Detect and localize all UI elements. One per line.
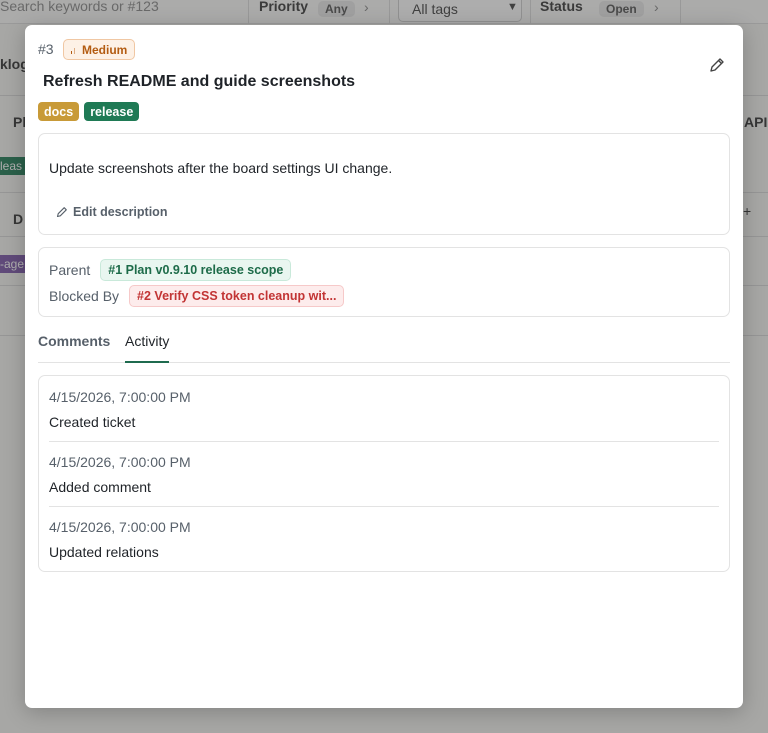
activity-item: 4/15/2026, 7:00:00 PM Added comment — [49, 454, 719, 495]
description-card: Update screenshots after the board setti… — [38, 133, 730, 235]
edit-description-label: Edit description — [73, 205, 168, 219]
activity-text: Created ticket — [49, 414, 136, 430]
divider — [49, 506, 719, 507]
tab-comments[interactable]: Comments — [38, 333, 110, 363]
detail-tabs: Comments Activity — [38, 331, 730, 363]
priority-bars-icon — [71, 46, 77, 54]
ticket-title: Refresh README and guide screenshots — [43, 73, 356, 90]
tag-release[interactable]: release — [84, 102, 140, 121]
activity-timestamp: 4/15/2026, 7:00:00 PM — [49, 519, 191, 535]
blocked-by-ticket-link[interactable]: #2 Verify CSS token cleanup wit... — [129, 285, 345, 307]
activity-text: Added comment — [49, 479, 151, 495]
ticket-id: #3 — [38, 41, 54, 57]
activity-item: 4/15/2026, 7:00:00 PM Updated relations — [49, 519, 719, 560]
parent-row: Parent #1 Plan v0.9.10 release scope — [49, 259, 292, 281]
tag-list: docs release — [38, 102, 140, 121]
edit-description-button[interactable]: Edit description — [56, 205, 167, 219]
tag-docs[interactable]: docs — [38, 102, 80, 121]
description-text: Update screenshots after the board setti… — [49, 160, 393, 176]
blocked-by-label: Blocked By — [49, 288, 120, 304]
blocked-by-row: Blocked By #2 Verify CSS token cleanup w… — [49, 285, 345, 307]
divider — [49, 441, 719, 442]
tab-activity[interactable]: Activity — [125, 333, 170, 363]
relations-card: Parent #1 Plan v0.9.10 release scope Blo… — [38, 247, 730, 317]
parent-label: Parent — [49, 262, 91, 278]
priority-badge: Medium — [63, 39, 136, 60]
edit-ticket-button[interactable] — [708, 56, 726, 74]
pencil-icon — [710, 58, 724, 72]
ticket-detail-modal: #3 Medium Refresh README and guide scree… — [25, 25, 743, 708]
activity-text: Updated relations — [49, 544, 159, 560]
activity-list: 4/15/2026, 7:00:00 PM Created ticket 4/1… — [38, 375, 730, 572]
activity-timestamp: 4/15/2026, 7:00:00 PM — [49, 454, 191, 470]
priority-label: Medium — [82, 42, 128, 57]
activity-item: 4/15/2026, 7:00:00 PM Created ticket — [49, 389, 719, 430]
activity-timestamp: 4/15/2026, 7:00:00 PM — [49, 389, 191, 405]
pencil-icon — [56, 207, 67, 218]
parent-ticket-link[interactable]: #1 Plan v0.9.10 release scope — [100, 259, 292, 281]
